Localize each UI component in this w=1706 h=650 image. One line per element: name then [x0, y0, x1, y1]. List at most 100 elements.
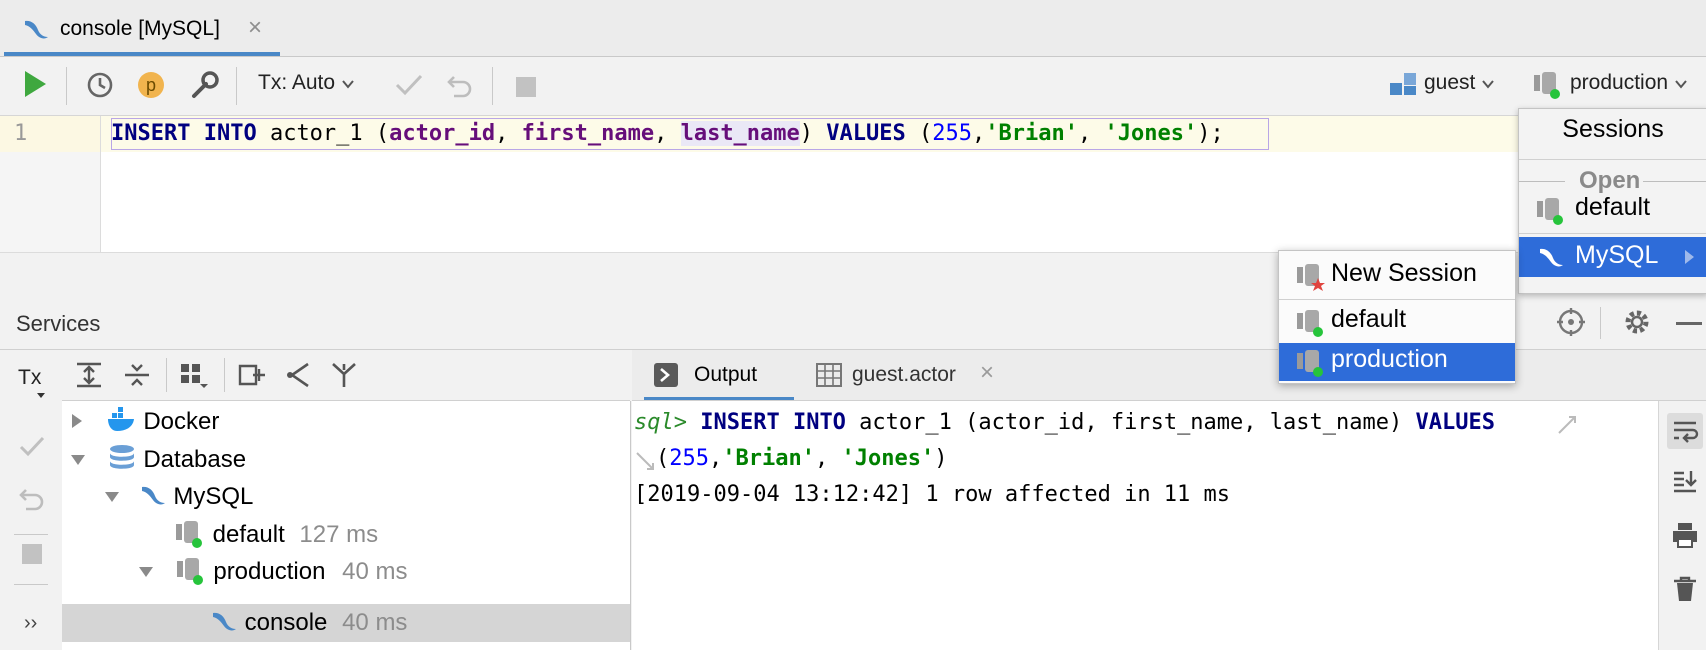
commit-check-icon: [395, 74, 423, 96]
chevron-down-icon: [37, 393, 45, 398]
commit-check-icon: [19, 436, 45, 457]
tx-mode-dropdown[interactable]: Tx: Auto: [258, 71, 355, 95]
chevron-down-icon: [1482, 80, 1494, 89]
console-icon: [654, 363, 678, 387]
output-tabs: Output guest.actor ×: [632, 350, 1706, 401]
tree-node-production-session[interactable]: production 40 ms: [138, 555, 407, 586]
rollback-icon: [19, 489, 44, 511]
tree-node-docker[interactable]: Docker: [70, 407, 219, 436]
services-tree: Docker Database MySQL default 127 ms pro…: [62, 401, 631, 650]
tree-label: production: [213, 558, 326, 585]
triangle-down-icon[interactable]: [138, 565, 154, 579]
tree-node-console[interactable]: console 40 ms: [210, 607, 407, 637]
tree-label: MySQL: [173, 483, 254, 510]
menu-item-label: New Session: [1331, 259, 1477, 287]
tab-label: guest.actor: [852, 363, 956, 386]
sql-statement[interactable]: INSERT INTO actor_1 (actor_id, first_nam…: [111, 121, 1224, 146]
tab-output[interactable]: Output: [644, 350, 794, 400]
schema-label: guest: [1424, 71, 1476, 94]
tab-label: Output: [694, 363, 758, 386]
output-line-1: sql> INSERT INTO actor_1 (actor_id, firs…: [634, 410, 1495, 435]
collapse-all-icon[interactable]: [122, 360, 152, 390]
submenu-item-default[interactable]: default: [1279, 303, 1515, 341]
triangle-down-icon[interactable]: [104, 490, 120, 504]
editor-tab-bar: console [MySQL] ×: [0, 0, 1706, 57]
tree-timing: 127 ms: [299, 521, 379, 548]
mysql-dolphin-icon: [1540, 248, 1563, 267]
add-service-icon[interactable]: [234, 360, 266, 390]
tree-timing: 40 ms: [342, 609, 408, 636]
services-tree-toolbar: [62, 350, 630, 401]
database-icon: [109, 445, 134, 469]
output-console[interactable]: [632, 401, 1658, 650]
session-plug-icon: [1297, 310, 1323, 337]
wrap-arrow-icon: [636, 452, 654, 470]
session-plug-icon: [1297, 350, 1323, 377]
close-tab-icon[interactable]: ×: [248, 14, 262, 42]
split-icon[interactable]: [282, 360, 312, 390]
trash-icon[interactable]: [1671, 575, 1699, 603]
line-number: 1: [14, 121, 28, 146]
tree-node-default-session[interactable]: default 127 ms: [174, 518, 378, 549]
tab-guest-actor[interactable]: guest.actor ×: [808, 350, 1028, 400]
session-label: production: [1570, 71, 1669, 94]
chevron-down-icon: [342, 80, 354, 89]
rollback-icon: [447, 76, 472, 98]
soft-wrap-icon[interactable]: [1671, 417, 1699, 445]
session-dropdown[interactable]: production: [1570, 71, 1688, 95]
scroll-to-end-icon[interactable]: [1671, 467, 1699, 495]
session-plug-icon: [176, 521, 202, 548]
session-plug-icon: [1537, 198, 1563, 225]
schema-dropdown[interactable]: guest: [1424, 71, 1495, 95]
session-plug-icon: [1534, 72, 1560, 99]
menu-item-label: MySQL: [1575, 241, 1659, 269]
output-line-2: (255,'Brian', 'Jones'): [656, 446, 948, 471]
filter-icon[interactable]: [330, 360, 360, 390]
run-icon[interactable]: [22, 69, 48, 99]
tree-label: Docker: [143, 408, 220, 435]
profile-badge-icon[interactable]: p: [138, 72, 164, 98]
submenu-arrow-icon: [1685, 250, 1694, 264]
editor-tab-label: console [MySQL]: [60, 17, 220, 40]
tx-label: Tx: [18, 366, 42, 389]
menu-item-label: default: [1575, 193, 1651, 221]
mysql-dolphin-icon: [141, 486, 165, 505]
tree-label: Database: [143, 446, 247, 473]
expand-all-icon[interactable]: [74, 360, 104, 390]
tx-mode-label: Tx: Auto: [258, 71, 336, 94]
triangle-right-icon[interactable]: [70, 413, 84, 429]
expand-strip-icon[interactable]: ››: [24, 612, 37, 635]
close-tab-icon[interactable]: ×: [980, 359, 994, 387]
session-item-mysql[interactable]: MySQL: [1519, 237, 1706, 277]
history-icon[interactable]: [86, 71, 114, 99]
docker-icon: [107, 407, 134, 431]
mysql-submenu: New Session default production: [1278, 250, 1516, 384]
triangle-down-icon[interactable]: [70, 453, 86, 467]
stop-icon: [22, 544, 42, 564]
minimize-icon[interactable]: [1676, 322, 1702, 325]
editor-tab-console[interactable]: console [MySQL] ×: [4, 6, 280, 56]
wrench-icon[interactable]: [190, 70, 220, 100]
table-icon: [816, 363, 842, 387]
tree-node-mysql[interactable]: MySQL: [104, 481, 253, 511]
session-item-default[interactable]: default: [1519, 189, 1706, 229]
tree-node-database[interactable]: Database: [70, 444, 246, 474]
menu-item-label: production: [1331, 345, 1448, 373]
gear-icon[interactable]: [1622, 307, 1652, 337]
new-session-item[interactable]: New Session: [1279, 255, 1515, 295]
tree-label: console: [244, 609, 328, 636]
stop-icon: [516, 77, 536, 97]
tree-label: default: [212, 521, 285, 548]
transaction-strip: Tx ››: [0, 350, 63, 650]
locate-icon[interactable]: [1556, 307, 1586, 337]
editor-toolbar: p Tx: Auto guest production: [0, 57, 1706, 116]
tree-timing: 40 ms: [342, 558, 408, 585]
tx-button[interactable]: Tx: [18, 366, 45, 398]
print-icon[interactable]: [1671, 521, 1699, 549]
submenu-item-production[interactable]: production: [1279, 343, 1515, 381]
session-plug-icon: [176, 558, 203, 585]
schema-icon: [1390, 73, 1416, 95]
group-by-icon[interactable]: [178, 360, 210, 390]
sessions-popup-title: Sessions: [1562, 115, 1664, 143]
new-session-icon: [1297, 264, 1325, 291]
